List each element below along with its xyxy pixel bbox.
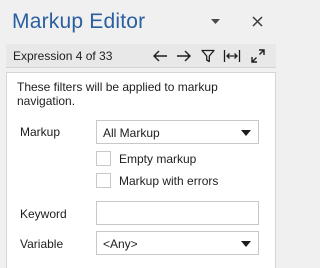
arrow-right-icon: [177, 50, 191, 62]
pane-options-button[interactable]: [206, 14, 224, 28]
variable-label: Variable: [20, 237, 64, 251]
expression-counter: Expression 4 of 33: [13, 49, 113, 63]
navigation-toolbar: Expression 4 of 33: [6, 44, 276, 68]
fit-width-button[interactable]: [222, 46, 242, 66]
filter-button[interactable]: [198, 46, 218, 66]
keyword-input[interactable]: [96, 201, 259, 225]
filter-description: These filters will be applied to markup …: [17, 80, 218, 108]
markup-with-errors-label: Markup with errors: [119, 174, 219, 188]
expand-button[interactable]: [248, 46, 268, 66]
markup-select[interactable]: All Markup: [96, 120, 259, 144]
chevron-down-icon: [241, 130, 251, 136]
filter-icon: [201, 49, 215, 63]
markup-label: Markup: [20, 125, 61, 139]
empty-markup-label: Empty markup: [119, 152, 197, 166]
close-icon: [251, 15, 263, 27]
close-button[interactable]: [248, 12, 266, 30]
arrow-left-icon: [153, 50, 167, 62]
markup-with-errors-checkbox[interactable]: [96, 173, 111, 188]
expand-icon: [251, 49, 265, 63]
chevron-down-icon: [241, 241, 251, 247]
previous-button[interactable]: [150, 46, 170, 66]
filter-panel: These filters will be applied to markup …: [6, 72, 276, 268]
variable-select-value: <Any>: [103, 237, 138, 251]
empty-markup-checkbox[interactable]: [96, 151, 111, 166]
next-button[interactable]: [174, 46, 194, 66]
markup-editor-pane: Markup Editor Expression 4 of 33 These f…: [0, 0, 282, 268]
dropdown-arrow-icon: [210, 18, 220, 24]
pane-title: Markup Editor: [12, 10, 146, 33]
title-bar: Markup Editor: [0, 0, 282, 42]
markup-select-value: All Markup: [103, 126, 160, 140]
fit-width-icon: [223, 50, 241, 62]
variable-select[interactable]: <Any>: [96, 231, 259, 255]
keyword-label: Keyword: [20, 207, 67, 221]
